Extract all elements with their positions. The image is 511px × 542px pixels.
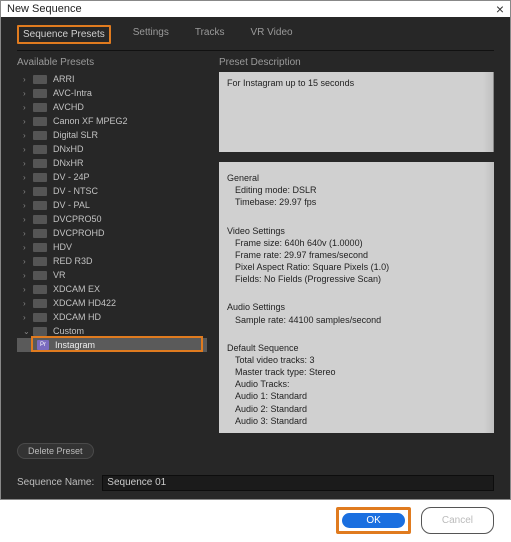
details-general-header: General (227, 172, 486, 184)
preset-folder-dnxhd[interactable]: ›DNxHD (17, 142, 207, 156)
folder-icon (33, 117, 47, 126)
tab-vr-video[interactable]: VR Video (247, 25, 297, 44)
preset-folder-xdcam-hd[interactable]: ›XDCAM HD (17, 310, 207, 324)
window-title: New Sequence (7, 3, 82, 15)
preset-folder-dvcpro50[interactable]: ›DVCPRO50 (17, 212, 207, 226)
preset-icon: Pr (37, 340, 49, 350)
details-pixel-aspect: Pixel Aspect Ratio: Square Pixels (1.0) (227, 261, 486, 273)
details-audio1: Audio 1: Standard (227, 390, 486, 402)
details-editing-mode: Editing mode: DSLR (227, 184, 486, 196)
preset-folder-canon-xf[interactable]: ›Canon XF MPEG2 (17, 114, 207, 128)
tab-tracks[interactable]: Tracks (191, 25, 229, 44)
preset-description-label: Preset Description (219, 57, 494, 68)
details-sample-rate: Sample rate: 44100 samples/second (227, 314, 486, 326)
details-master-track-type: Master track type: Stereo (227, 366, 486, 378)
details-audio-tracks-header: Audio Tracks: (227, 378, 486, 390)
delete-preset-button[interactable]: Delete Preset (17, 443, 94, 459)
preset-folder-custom[interactable]: ⌄Custom (17, 324, 207, 338)
preset-description-box: For Instagram up to 15 seconds (219, 72, 494, 152)
ok-button[interactable]: OK (342, 513, 404, 528)
details-total-video-tracks: Total video tracks: 3 (227, 354, 486, 366)
folder-icon (33, 313, 47, 322)
sequence-name-label: Sequence Name: (17, 477, 94, 488)
preset-folder-dv-pal[interactable]: ›DV - PAL (17, 198, 207, 212)
chevron-down-icon: ⌄ (23, 327, 31, 336)
details-frame-rate: Frame rate: 29.97 frames/second (227, 249, 486, 261)
folder-icon (33, 299, 47, 308)
details-audio-header: Audio Settings (227, 301, 486, 313)
folder-icon (33, 243, 47, 252)
folder-icon (33, 327, 47, 336)
folder-icon (33, 75, 47, 84)
preset-folder-xdcam-ex[interactable]: ›XDCAM EX (17, 282, 207, 296)
preset-folder-avchd[interactable]: ›AVCHD (17, 100, 207, 114)
preset-tree[interactable]: ›ARRI ›AVC-Intra ›AVCHD ›Canon XF MPEG2 … (17, 72, 207, 433)
preset-folder-dvcprohd[interactable]: ›DVCPROHD (17, 226, 207, 240)
preset-item-instagram[interactable]: PrInstagram (17, 338, 207, 352)
preset-folder-avc-intra[interactable]: ›AVC-Intra (17, 86, 207, 100)
preset-details-box[interactable]: General Editing mode: DSLR Timebase: 29.… (219, 162, 494, 433)
folder-icon (33, 89, 47, 98)
preset-folder-hdv[interactable]: ›HDV (17, 240, 207, 254)
preset-folder-dv-24p[interactable]: ›DV - 24P (17, 170, 207, 184)
folder-icon (33, 173, 47, 182)
folder-icon (33, 215, 47, 224)
new-sequence-dialog: New Sequence × Sequence Presets Settings… (0, 0, 511, 500)
details-timebase: Timebase: 29.97 fps (227, 196, 486, 208)
folder-icon (33, 187, 47, 196)
folder-icon (33, 145, 47, 154)
folder-icon (33, 159, 47, 168)
available-presets-panel: Available Presets ›ARRI ›AVC-Intra ›AVCH… (17, 57, 207, 433)
details-default-seq-header: Default Sequence (227, 342, 486, 354)
details-audio3: Audio 3: Standard (227, 415, 486, 427)
folder-icon (33, 285, 47, 294)
sequence-name-input[interactable] (102, 475, 494, 491)
ok-highlight: OK (336, 507, 410, 534)
details-video-header: Video Settings (227, 225, 486, 237)
preset-folder-arri[interactable]: ›ARRI (17, 72, 207, 86)
close-icon[interactable]: × (496, 1, 504, 17)
tab-settings[interactable]: Settings (129, 25, 173, 44)
titlebar: New Sequence × (1, 1, 510, 17)
details-fields: Fields: No Fields (Progressive Scan) (227, 273, 486, 285)
folder-icon (33, 131, 47, 140)
available-presets-label: Available Presets (17, 57, 207, 68)
preset-description-text: For Instagram up to 15 seconds (227, 78, 354, 88)
preset-folder-red-r3d[interactable]: ›RED R3D (17, 254, 207, 268)
folder-icon (33, 103, 47, 112)
folder-icon (33, 257, 47, 266)
cancel-button[interactable]: Cancel (421, 507, 494, 534)
preset-folder-dv-ntsc[interactable]: ›DV - NTSC (17, 184, 207, 198)
details-audio2: Audio 2: Standard (227, 403, 486, 415)
preset-folder-dnxhr[interactable]: ›DNxHR (17, 156, 207, 170)
folder-icon (33, 271, 47, 280)
tab-sequence-presets[interactable]: Sequence Presets (17, 25, 111, 44)
tabs: Sequence Presets Settings Tracks VR Vide… (17, 17, 494, 51)
folder-icon (33, 229, 47, 238)
preset-folder-vr[interactable]: ›VR (17, 268, 207, 282)
details-frame-size: Frame size: 640h 640v (1.0000) (227, 237, 486, 249)
preset-folder-xdcam-hd422[interactable]: ›XDCAM HD422 (17, 296, 207, 310)
preset-folder-digital-slr[interactable]: ›Digital SLR (17, 128, 207, 142)
folder-icon (33, 201, 47, 210)
